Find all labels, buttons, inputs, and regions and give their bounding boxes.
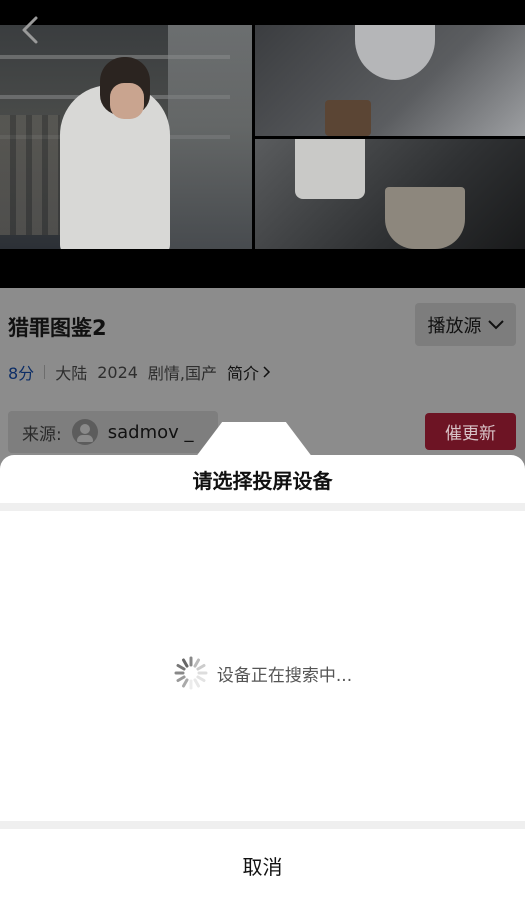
chevron-left-icon[interactable] (14, 14, 46, 46)
searching-text: 设备正在搜索中... (216, 665, 353, 686)
loading-spinner-icon (174, 656, 208, 690)
play-source-label: 播放源 (427, 315, 482, 337)
chevron-down-icon (487, 319, 504, 329)
divider (0, 821, 525, 829)
avatar (71, 419, 98, 445)
source-user: sadmov _ (107, 421, 194, 443)
chevron-right-icon (263, 366, 271, 378)
video-player[interactable] (0, 0, 525, 288)
video-frame-bottom-right (255, 139, 525, 249)
video-frame-left (0, 25, 252, 249)
intro-label: 简介 (227, 364, 260, 383)
score: 8分 (8, 364, 35, 383)
genres: 剧情,国产 (147, 364, 218, 383)
source-label: 来源: (22, 424, 62, 445)
divider (44, 365, 46, 379)
source-row[interactable]: 来源: sadmov _ (8, 411, 218, 453)
searching-status: 设备正在搜索中... (0, 655, 525, 691)
intro-link[interactable]: 简介 (227, 360, 271, 384)
video-frame-top-right (255, 25, 525, 136)
cancel-button[interactable]: 取消 (0, 829, 525, 902)
region: 大陆 (55, 364, 88, 383)
play-source-button[interactable]: 播放源 (415, 303, 516, 346)
drama-title: 猎罪图鉴2 (8, 316, 107, 340)
divider (0, 503, 525, 511)
drama-meta: 8分 大陆 2024 剧情,国产 简介 (8, 360, 271, 384)
request-update-button[interactable]: 催更新 (425, 413, 516, 450)
sheet-title: 请选择投屏设备 (192, 469, 333, 493)
year: 2024 (97, 362, 138, 382)
